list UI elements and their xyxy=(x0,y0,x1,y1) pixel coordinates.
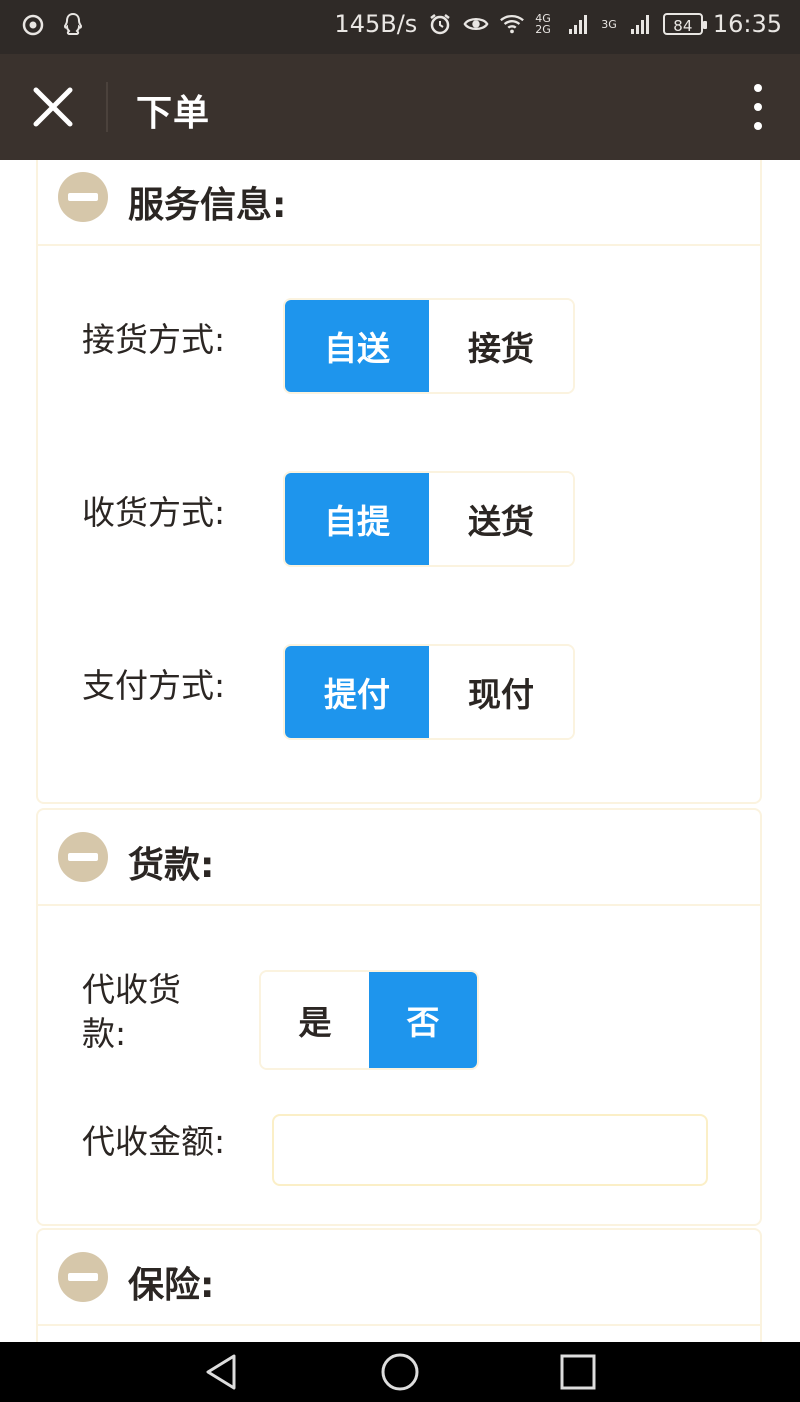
signal-icon-1 xyxy=(565,11,591,37)
payment-method-toggle: 提付 现付 xyxy=(283,644,575,740)
payment-method-label: 支付方式: xyxy=(82,666,226,705)
target-icon xyxy=(20,12,46,38)
page-title: 下单 xyxy=(136,93,211,134)
header-divider xyxy=(106,82,108,132)
more-menu-icon[interactable] xyxy=(748,84,768,130)
cod-label-line2: 款: xyxy=(82,1014,127,1053)
eye-icon xyxy=(463,11,489,37)
status-bar: 145B/s 4G 2G 3G 84 16:35 xyxy=(0,0,800,54)
collapse-icon[interactable] xyxy=(58,1252,108,1302)
delivery-option-deliver[interactable]: 送货 xyxy=(429,473,573,565)
clock: 16:35 xyxy=(712,10,782,38)
cod-option-yes[interactable]: 是 xyxy=(261,972,369,1068)
net-speed: 145B/s xyxy=(334,10,418,38)
delivery-option-self-pickup[interactable]: 自提 xyxy=(285,473,429,565)
battery-icon: 84 xyxy=(662,13,707,35)
signal-icon-2 xyxy=(627,11,653,37)
pickup-option-self-send[interactable]: 自送 xyxy=(285,300,429,392)
insurance-header[interactable]: 保险: xyxy=(38,1230,760,1326)
cod-label-line1: 代收货 xyxy=(82,970,181,1009)
back-icon[interactable] xyxy=(198,1352,246,1392)
wifi-icon xyxy=(499,11,525,37)
collapse-icon[interactable] xyxy=(58,172,108,222)
payment-option-collect-on-pickup[interactable]: 提付 xyxy=(285,646,429,738)
network-label-2: 3G xyxy=(601,17,617,31)
pickup-method-label: 接货方式: xyxy=(82,320,226,359)
delivery-method-label: 收货方式: xyxy=(82,493,226,532)
recents-icon[interactable] xyxy=(558,1352,598,1392)
delivery-method-toggle: 自提 送货 xyxy=(283,471,575,567)
qq-icon xyxy=(60,12,86,38)
network-label-1: 4G 2G xyxy=(535,12,551,36)
system-nav-bar xyxy=(0,1342,800,1402)
insurance-section: 保险: xyxy=(36,1228,762,1342)
payment-option-pay-now[interactable]: 现付 xyxy=(429,646,573,738)
order-form: 服务信息: 接货方式: 自送 接货 收货方式: 自提 送货 支付方式: 提付 现… xyxy=(0,160,800,1342)
app-header: 下单 xyxy=(0,54,800,160)
collapse-icon[interactable] xyxy=(58,832,108,882)
cod-amount-label: 代收金额: xyxy=(82,1122,226,1161)
cod-option-no[interactable]: 否 xyxy=(369,972,477,1068)
close-icon[interactable] xyxy=(26,80,80,134)
home-icon[interactable] xyxy=(378,1350,422,1394)
goods-payment-section: 货款: 代收货 款: 是 否 代收金额: xyxy=(36,808,762,1226)
cod-label: 代收货 款: xyxy=(82,968,181,1056)
pickup-method-toggle: 自送 接货 xyxy=(283,298,575,394)
cod-amount-input[interactable] xyxy=(272,1114,708,1186)
pickup-option-collect[interactable]: 接货 xyxy=(429,300,573,392)
cod-toggle: 是 否 xyxy=(259,970,479,1070)
service-info-header[interactable]: 服务信息: xyxy=(38,160,760,246)
section-title: 保险: xyxy=(128,1265,215,1306)
section-title: 货款: xyxy=(128,845,215,886)
alarm-icon xyxy=(427,11,453,37)
service-info-section: 服务信息: 接货方式: 自送 接货 收货方式: 自提 送货 支付方式: 提付 现… xyxy=(36,160,762,804)
goods-payment-header[interactable]: 货款: xyxy=(38,810,760,906)
section-title: 服务信息: xyxy=(128,185,287,226)
